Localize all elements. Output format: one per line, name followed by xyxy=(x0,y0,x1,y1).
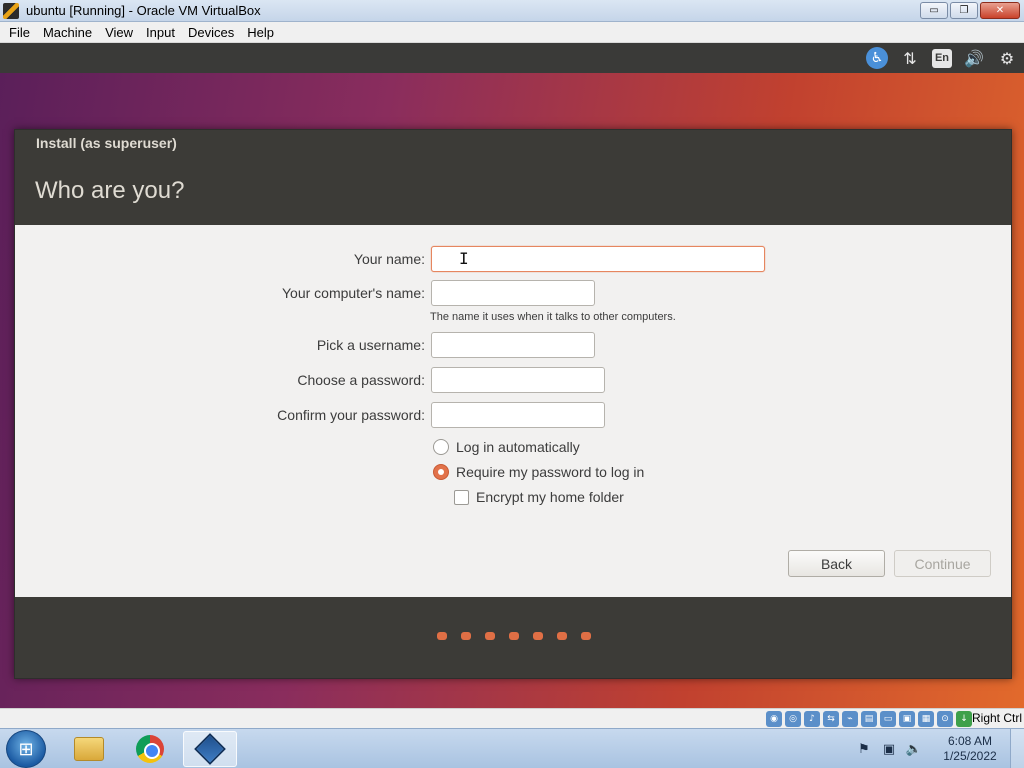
username-input[interactable] xyxy=(431,332,595,358)
settings-icon[interactable]: ⚙ xyxy=(996,47,1018,69)
windows-taskbar: ⊞ ⚑ ▣ 🔈 6:08 AM 1/25/2022 xyxy=(0,728,1024,768)
minimize-button[interactable]: ▭ xyxy=(920,2,948,19)
folder-icon xyxy=(74,737,104,761)
computer-name-input[interactable] xyxy=(431,280,595,306)
host-key-label: Right Ctrl xyxy=(971,711,1022,725)
volume-icon[interactable]: 🔊 xyxy=(963,47,985,69)
menu-file[interactable]: File xyxy=(4,25,35,40)
vbox-device-indicators: ◉ ◎ ♪ ⇆ ⌁ ▤ ▭ ▣ ▦ ⊙ ↓ xyxy=(766,711,972,727)
progress-dot xyxy=(437,632,447,640)
network-tray-icon[interactable]: ▣ xyxy=(880,740,898,758)
continue-button[interactable]: Continue xyxy=(894,550,991,577)
usb-icon[interactable]: ⌁ xyxy=(842,711,858,727)
require-password-label: Require my password to log in xyxy=(456,464,645,480)
mouse-integration-icon[interactable]: ⊙ xyxy=(937,711,953,727)
cpu-icon[interactable]: ▦ xyxy=(918,711,934,727)
hard-disk-icon[interactable]: ◉ xyxy=(766,711,782,727)
window-controls: ▭ ❐ ✕ xyxy=(920,2,1020,19)
close-button[interactable]: ✕ xyxy=(980,2,1020,19)
keyboard-language-icon[interactable]: En xyxy=(932,48,952,68)
menu-view[interactable]: View xyxy=(100,25,138,40)
progress-dot xyxy=(485,632,495,640)
computer-name-hint: The name it uses when it talks to other … xyxy=(430,311,676,323)
guest-display[interactable]: ♿ ⇅ En 🔊 ⚙ Install (as superuser) Who ar… xyxy=(0,43,1024,708)
encrypt-home-checkbox[interactable] xyxy=(454,489,469,505)
encrypt-home-label: Encrypt my home folder xyxy=(476,489,624,505)
network-icon[interactable]: ⇅ xyxy=(899,47,921,69)
require-password-option[interactable]: Require my password to log in xyxy=(433,464,644,480)
display-icon[interactable]: ▭ xyxy=(880,711,896,727)
system-tray: ⚑ ▣ 🔈 6:08 AM 1/25/2022 xyxy=(855,729,1024,768)
menu-help[interactable]: Help xyxy=(242,25,279,40)
clock-date: 1/25/2022 xyxy=(943,749,997,763)
computer-name-label: Your computer's name: xyxy=(281,285,425,301)
clock-time: 6:08 AM xyxy=(947,734,993,748)
encrypt-home-option[interactable]: Encrypt my home folder xyxy=(454,489,624,505)
panel-indicators: ♿ ⇅ En 🔊 ⚙ xyxy=(866,47,1018,69)
page-title: Who are you? xyxy=(35,177,185,204)
shared-folders-icon[interactable]: ▤ xyxy=(861,711,877,727)
vbox-menubar: File Machine View Input Devices Help xyxy=(0,22,1024,43)
your-name-input[interactable] xyxy=(431,246,765,272)
login-automatically-label: Log in automatically xyxy=(456,439,580,455)
start-button[interactable]: ⊞ xyxy=(6,730,46,768)
back-button[interactable]: Back xyxy=(788,550,885,577)
vbox-statusbar: ◉ ◎ ♪ ⇆ ⌁ ▤ ▭ ▣ ▦ ⊙ ↓ Right Ctrl xyxy=(0,708,1024,728)
network-adapter-icon[interactable]: ⇆ xyxy=(823,711,839,727)
password-label: Choose a password: xyxy=(297,372,425,388)
volume-tray-icon[interactable]: 🔈 xyxy=(905,740,923,758)
your-name-label: Your name: xyxy=(353,251,425,267)
window-title: ubuntu [Running] - Oracle VM VirtualBox xyxy=(26,3,261,18)
progress-dot xyxy=(581,632,591,640)
action-center-flag-icon[interactable]: ⚑ xyxy=(855,740,873,758)
menu-devices[interactable]: Devices xyxy=(183,25,239,40)
login-automatically-option[interactable]: Log in automatically xyxy=(433,439,580,455)
progress-dot xyxy=(509,632,519,640)
menu-input[interactable]: Input xyxy=(141,25,180,40)
show-desktop-button[interactable] xyxy=(1010,729,1024,768)
audio-icon[interactable]: ♪ xyxy=(804,711,820,727)
installer-window: Install (as superuser) Who are you? Your… xyxy=(14,129,1012,679)
optical-drive-icon[interactable]: ◎ xyxy=(785,711,801,727)
progress-dots xyxy=(437,632,591,640)
require-password-radio[interactable] xyxy=(433,464,449,480)
ubuntu-top-panel: ♿ ⇅ En 🔊 ⚙ xyxy=(0,43,1024,73)
username-label: Pick a username: xyxy=(316,337,425,353)
installer-header: Install (as superuser) Who are you? xyxy=(15,130,1011,225)
chrome-icon xyxy=(136,735,164,763)
keyboard-capture-icon[interactable]: ↓ xyxy=(956,711,972,727)
clock[interactable]: 6:08 AM 1/25/2022 xyxy=(930,734,1010,764)
installer-footer xyxy=(15,597,1011,678)
vbox-titlebar: ubuntu [Running] - Oracle VM VirtualBox … xyxy=(0,0,1024,22)
password-input[interactable] xyxy=(431,367,605,393)
installer-window-title: Install (as superuser) xyxy=(36,135,177,151)
screen: ubuntu [Running] - Oracle VM VirtualBox … xyxy=(0,0,1024,768)
confirm-password-label: Confirm your password: xyxy=(277,407,425,423)
virtualbox-icon xyxy=(194,733,226,765)
menu-machine[interactable]: Machine xyxy=(38,25,97,40)
text-cursor-icon: I xyxy=(459,249,469,268)
progress-dot xyxy=(557,632,567,640)
confirm-password-input[interactable] xyxy=(431,402,605,428)
taskbar-explorer[interactable] xyxy=(62,731,116,767)
taskbar-chrome[interactable] xyxy=(123,731,177,767)
restore-button[interactable]: ❐ xyxy=(950,2,978,19)
video-capture-icon[interactable]: ▣ xyxy=(899,711,915,727)
accessibility-icon[interactable]: ♿ xyxy=(866,47,888,69)
virtualbox-app-icon xyxy=(3,3,19,19)
progress-dot xyxy=(533,632,543,640)
taskbar-virtualbox[interactable] xyxy=(183,731,237,767)
login-automatically-radio[interactable] xyxy=(433,439,449,455)
progress-dot xyxy=(461,632,471,640)
